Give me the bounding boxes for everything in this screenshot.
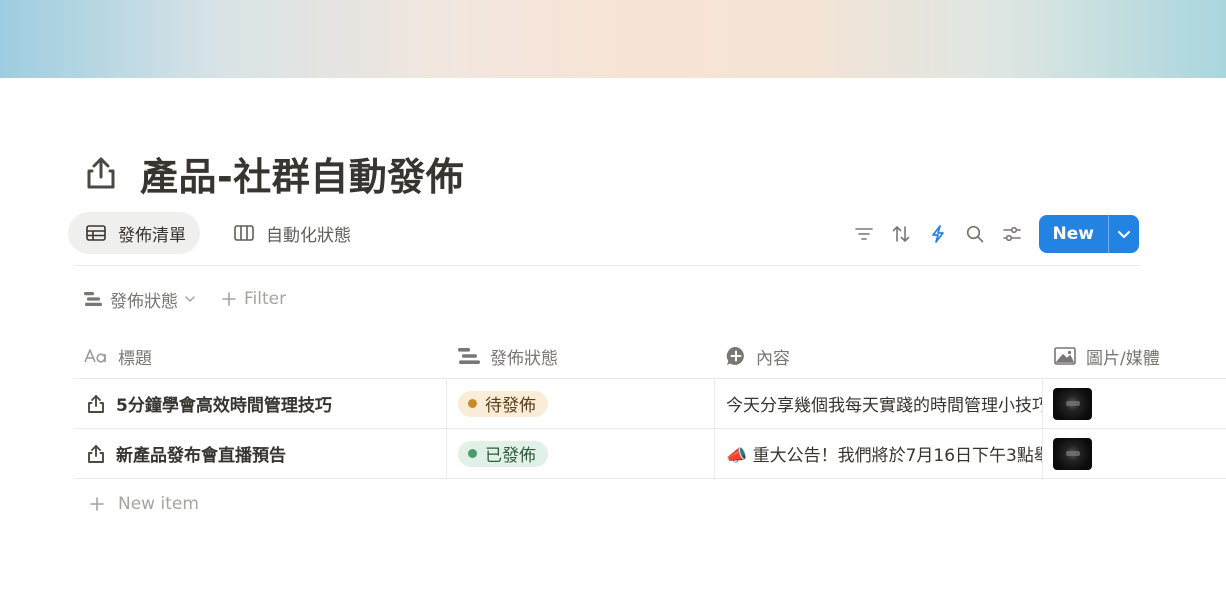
row-content: 今天分享幾個我每天實踐的時間管理小技巧 <box>726 396 1042 416</box>
status-badge: 已發佈 <box>458 440 548 467</box>
chevron-down-icon[interactable] <box>1109 215 1139 253</box>
column-label: 圖片/媒體 <box>1086 348 1160 369</box>
column-divider <box>446 429 447 478</box>
share-upload-icon <box>86 444 106 464</box>
row-title-cell[interactable]: 5分鐘學會高效時間管理技巧 <box>86 379 332 428</box>
row-content-cell[interactable]: 今天分享幾個我每天實踐的時間管理小技巧 <box>726 379 1042 428</box>
column-header-title[interactable]: 標題 <box>84 333 152 379</box>
plus-icon <box>90 497 104 511</box>
page-title[interactable]: 產品-社群自動發佈 <box>140 146 464 201</box>
database-toolbar: New <box>846 215 1139 253</box>
add-filter-button[interactable]: Filter <box>222 289 286 309</box>
column-header-media[interactable]: 圖片/媒體 <box>1054 333 1160 379</box>
new-item-label: New item <box>118 494 199 514</box>
new-button-group: New <box>1038 215 1139 253</box>
plus-icon <box>222 292 236 306</box>
status-icon <box>84 292 102 306</box>
table-header: 標題 發佈狀態 內容 圖片/媒體 <box>74 333 1226 379</box>
search-icon[interactable] <box>957 219 994 249</box>
column-label: 標題 <box>118 348 152 369</box>
group-label: 發佈狀態 <box>110 291 178 312</box>
new-item-button[interactable]: New item <box>90 490 199 518</box>
status-badge: 待發佈 <box>458 390 548 417</box>
column-divider <box>446 379 447 428</box>
image-icon <box>1054 347 1076 365</box>
column-label: 內容 <box>756 348 790 369</box>
row-title: 5分鐘學會高效時間管理技巧 <box>116 396 332 416</box>
share-upload-icon <box>86 394 106 414</box>
tab-label: 發佈清單 <box>118 225 186 246</box>
tab-label: 自動化狀態 <box>266 225 351 246</box>
column-header-content[interactable]: 內容 <box>726 333 790 379</box>
chevron-down-icon <box>184 295 196 303</box>
column-divider <box>1042 429 1043 478</box>
new-button[interactable]: New <box>1039 215 1108 253</box>
row-content-cell[interactable]: 📣 重大公告！我們將於7月16日下午3點舉行新產品發布會 <box>726 429 1042 478</box>
database-table: 標題 發佈狀態 內容 圖片/媒體 5分鐘學會高效時間管理技巧 待發佈 今天分享幾… <box>74 333 1226 479</box>
share-upload-icon[interactable] <box>82 154 120 192</box>
status-label: 已發佈 <box>485 446 536 466</box>
table-row[interactable]: 新產品發布會直播預告 已發佈 📣 重大公告！我們將於7月16日下午3點舉行新產品… <box>74 429 1226 479</box>
automation-icon[interactable] <box>920 219 957 249</box>
title-icon <box>84 348 108 364</box>
row-content: 📣 重大公告！我們將於7月16日下午3點舉行新產品發布會 <box>726 446 1042 466</box>
table-row[interactable]: 5分鐘學會高效時間管理技巧 待發佈 今天分享幾個我每天實踐的時間管理小技巧 <box>74 379 1226 429</box>
page-cover[interactable] <box>0 0 1226 78</box>
status-icon <box>458 348 480 364</box>
column-divider <box>1042 379 1043 428</box>
table-icon <box>86 225 106 241</box>
row-status-cell[interactable]: 已發佈 <box>458 429 548 478</box>
view-tabs-bar: 發佈清單 自動化狀態 New <box>68 212 1139 254</box>
status-dot <box>468 399 477 408</box>
row-media-cell[interactable] <box>1053 429 1092 478</box>
settings-icon[interactable] <box>994 219 1031 249</box>
tab-publish-list[interactable]: 發佈清單 <box>68 212 200 254</box>
column-label: 發佈狀態 <box>490 348 558 369</box>
filter-icon[interactable] <box>846 219 883 249</box>
status-label: 待發佈 <box>485 396 536 416</box>
column-divider <box>714 429 715 478</box>
group-by-status[interactable]: 發佈狀態 <box>84 287 196 312</box>
row-status-cell[interactable]: 待發佈 <box>458 379 548 428</box>
tab-automation-status[interactable]: 自動化狀態 <box>216 212 365 254</box>
board-icon <box>234 225 254 241</box>
row-title: 新產品發布會直播預告 <box>116 446 286 466</box>
add-filter-label: Filter <box>244 289 287 309</box>
text-bubble-icon <box>726 346 746 366</box>
sort-icon[interactable] <box>883 219 920 249</box>
column-header-status[interactable]: 發佈狀態 <box>458 333 558 379</box>
page-header: 產品-社群自動發佈 <box>82 145 464 201</box>
row-title-cell[interactable]: 新產品發布會直播預告 <box>86 429 286 478</box>
filter-bar: 發佈狀態 Filter <box>84 285 286 313</box>
media-thumbnail[interactable] <box>1053 437 1092 470</box>
row-media-cell[interactable] <box>1053 379 1092 428</box>
status-dot <box>468 449 477 458</box>
column-divider <box>714 379 715 428</box>
media-thumbnail[interactable] <box>1053 387 1092 420</box>
toolbar-divider <box>74 265 1139 266</box>
